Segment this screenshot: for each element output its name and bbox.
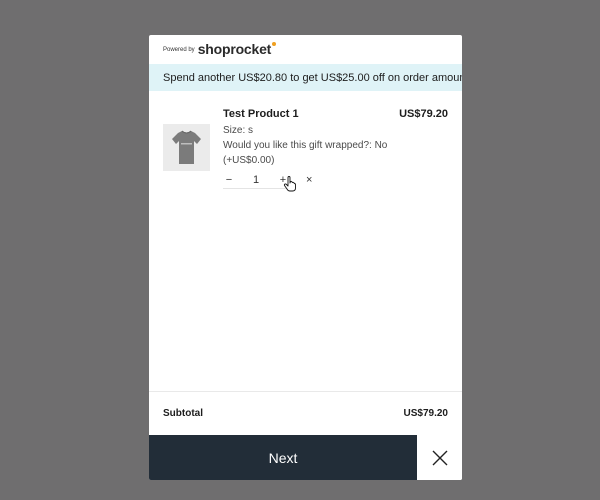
product-gift-price: (+US$0.00) bbox=[223, 155, 275, 166]
cart-item: Test Product 1 US$79.20 Size: s Would yo… bbox=[149, 103, 462, 193]
close-button[interactable] bbox=[417, 435, 462, 480]
product-thumbnail bbox=[163, 124, 210, 171]
product-price: US$79.20 bbox=[399, 108, 448, 120]
subtotal-label: Subtotal bbox=[163, 408, 203, 419]
brand-name: shoprocket bbox=[197, 41, 272, 57]
promo-banner: Spend another US$20.80 to get US$25.00 o… bbox=[149, 64, 462, 91]
tshirt-icon bbox=[163, 124, 210, 171]
close-icon bbox=[432, 450, 447, 465]
subtotal-value: US$79.20 bbox=[403, 408, 448, 419]
quantity-value[interactable]: 1 bbox=[235, 174, 277, 186]
powered-by-label: Powered by bbox=[163, 47, 195, 53]
product-size: Size: s bbox=[223, 125, 254, 136]
brand-dot-icon bbox=[272, 42, 277, 46]
summary-divider bbox=[149, 391, 462, 392]
remove-item-button[interactable]: × bbox=[306, 171, 312, 188]
next-button[interactable]: Next bbox=[149, 435, 417, 480]
hand-pointer-icon bbox=[283, 176, 296, 192]
product-gift-option: Would you like this gift wrapped?: No bbox=[223, 140, 388, 151]
cart-panel: Powered by shoprocket Spend another US$2… bbox=[149, 35, 462, 480]
promo-text: Spend another US$20.80 to get US$25.00 o… bbox=[163, 71, 462, 84]
brand-logo: Powered by shoprocket bbox=[163, 40, 277, 58]
quantity-decrease-button[interactable]: − bbox=[223, 174, 235, 186]
product-title: Test Product 1 bbox=[223, 108, 299, 120]
next-button-label: Next bbox=[268, 449, 298, 466]
quantity-stepper: − 1 + bbox=[223, 171, 289, 189]
